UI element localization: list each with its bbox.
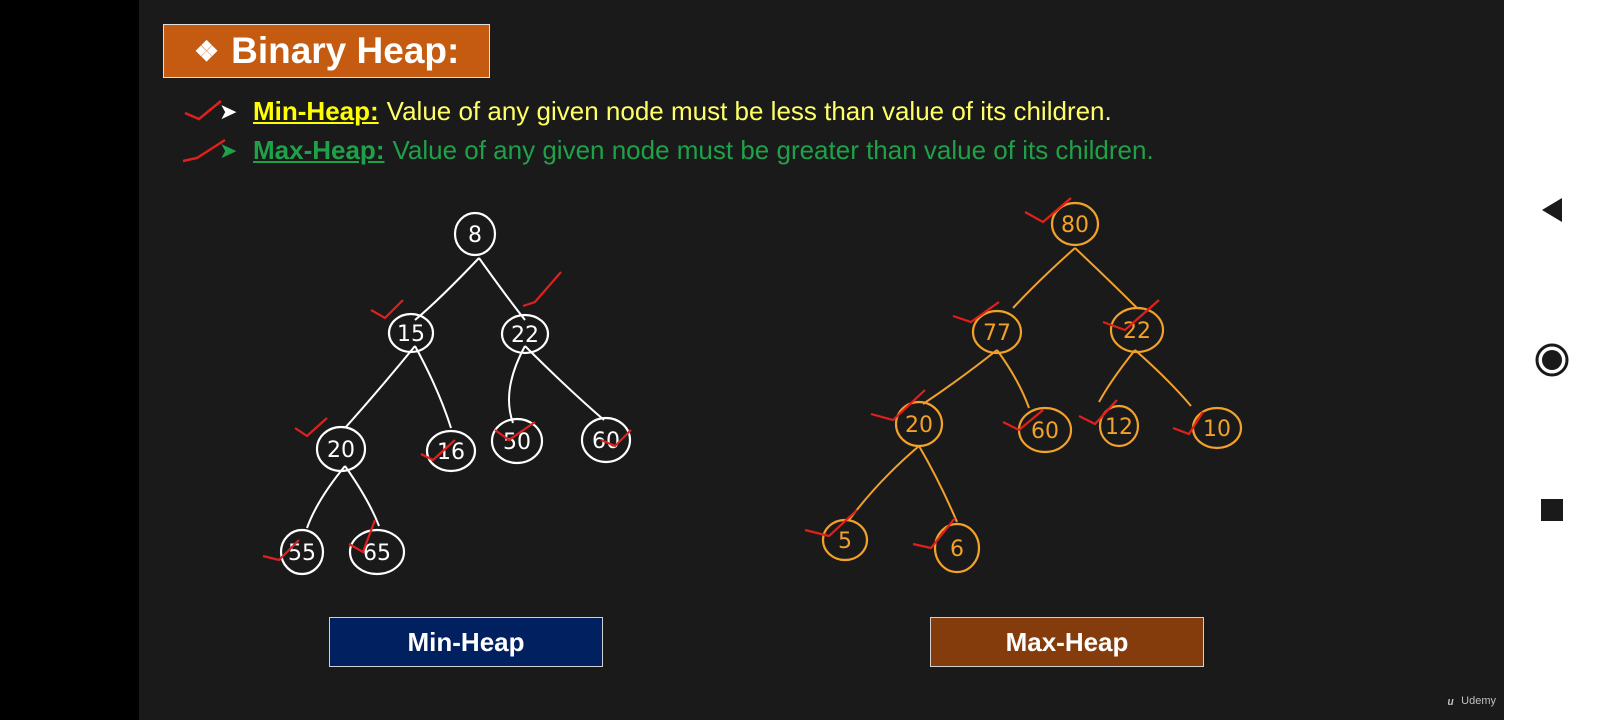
udemy-logo-icon: ᵤ xyxy=(1448,691,1455,708)
max-heap-node-label: 5 xyxy=(838,529,852,554)
max-heap-node: 6 xyxy=(933,522,981,574)
udemy-watermark: ᵤ Udemy xyxy=(1448,691,1496,708)
max-heap-node: 77 xyxy=(971,309,1023,355)
check-mark-icon xyxy=(912,517,956,550)
max-heap-node: 5 xyxy=(821,518,869,562)
max-heap-node: 22 xyxy=(1109,306,1165,354)
min-heap-caption: Min-Heap xyxy=(329,617,603,667)
max-heap-node: 60 xyxy=(1017,406,1073,454)
back-button[interactable] xyxy=(1504,196,1600,224)
max-heap-node-label: 12 xyxy=(1105,415,1133,440)
max-heap-node-label: 60 xyxy=(1031,419,1059,444)
back-triangle-icon xyxy=(1542,198,1562,222)
max-heap-caption: Max-Heap xyxy=(930,617,1204,667)
lecture-slide: ❖ Binary Heap: ➤ Min-Heap: Value of any … xyxy=(139,0,1504,720)
max-heap-node-label: 22 xyxy=(1123,319,1151,344)
max-heap-node-label: 10 xyxy=(1203,417,1231,442)
max-heap-node: 20 xyxy=(894,400,944,448)
max-heap-node-label: 20 xyxy=(905,413,933,438)
max-heap-node-label: 6 xyxy=(950,537,964,562)
recents-square-icon xyxy=(1541,499,1563,521)
android-navigation-bar xyxy=(1504,0,1600,720)
recents-button[interactable] xyxy=(1504,498,1600,522)
max-heap-node: 10 xyxy=(1191,406,1243,450)
home-circle-icon xyxy=(1535,343,1569,377)
max-heap-node-label: 77 xyxy=(983,321,1011,346)
max-heap-node-label: 80 xyxy=(1061,213,1089,238)
home-button[interactable] xyxy=(1504,342,1600,378)
max-heap-diagram: 80 77 22 20 60 12 10 5 6 xyxy=(804,197,1243,574)
